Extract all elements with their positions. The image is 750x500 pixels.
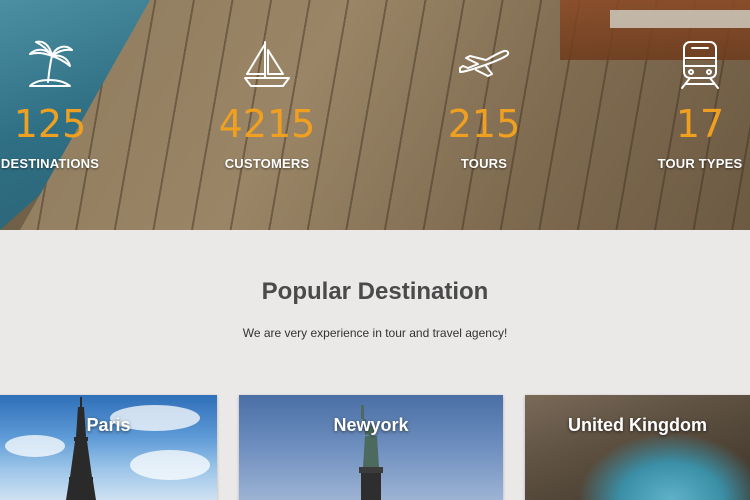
stat-number: 4215: [218, 102, 316, 146]
stat-tour-types: 17 TOUR TYPES: [625, 36, 750, 171]
airplane-icon: [459, 49, 510, 77]
palm-island-icon: [29, 40, 73, 87]
stat-customers: 4215 CUSTOMERS: [192, 36, 342, 171]
eiffel-tower-image: [66, 397, 96, 500]
stat-label: TOURS: [460, 156, 508, 171]
destination-card-paris[interactable]: Paris: [0, 395, 217, 500]
stats-hero: 125 DESTINATIONS 4215 CUSTOMERS 215 TOUR…: [0, 0, 750, 230]
stat-label: CUSTOMERS: [224, 156, 310, 171]
destination-name[interactable]: United Kingdom: [525, 415, 750, 436]
train-icon: [681, 41, 719, 89]
stat-label: TOUR TYPES: [657, 156, 743, 171]
destination-name[interactable]: Paris: [0, 415, 217, 436]
stat-number: 17: [675, 102, 725, 146]
destination-card-united-kingdom[interactable]: United Kingdom: [525, 395, 750, 500]
sailboat-icon: [244, 41, 290, 87]
cloud-decoration: [130, 450, 210, 480]
stat-tours: 215 TOURS: [409, 36, 559, 171]
cloud-decoration: [5, 435, 65, 457]
stat-destinations: 125 DESTINATIONS: [0, 36, 125, 171]
destination-card-newyork[interactable]: Newyork: [239, 395, 503, 500]
section-title: Popular Destination: [261, 278, 489, 305]
lounge-cushion-background: [610, 10, 750, 28]
stat-number: 215: [447, 102, 521, 146]
destination-name[interactable]: Newyork: [239, 415, 503, 436]
stat-number: 125: [13, 102, 87, 146]
stat-label: DESTINATIONS: [0, 156, 100, 171]
section-subtitle: We are very experience in tour and trave…: [242, 326, 508, 340]
